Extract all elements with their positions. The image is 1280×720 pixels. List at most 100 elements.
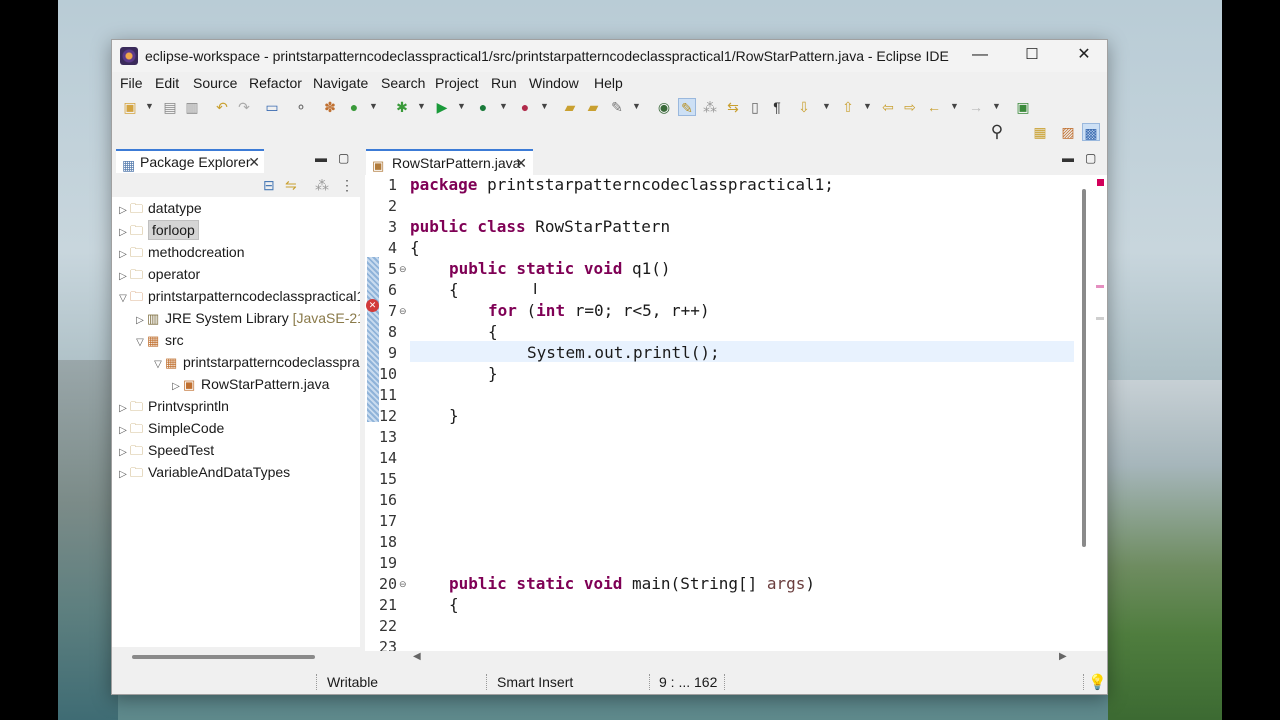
- run-external-icon[interactable]: ●: [474, 98, 492, 116]
- menu-refactor[interactable]: Refactor: [249, 75, 302, 91]
- tree-item-operator[interactable]: ▷ 🗀 operator: [116, 263, 200, 285]
- tree-item-printstarpattern-project[interactable]: ▽ 🗀 printstarpatterncodeclasspractical1: [116, 285, 360, 307]
- save-icon[interactable]: ▤: [161, 98, 179, 116]
- scroll-right-icon[interactable]: ▶: [1059, 651, 1067, 662]
- forward-dropdown-icon[interactable]: ▼: [992, 101, 1001, 111]
- code-editor[interactable]: ✕ 1 2 3 4 5 6 7 8 9 10 11 12 13 14 15 16…: [365, 175, 1107, 651]
- tree-item-variableanddatatypes[interactable]: ▷ 🗀 VariableAndDataTypes: [116, 461, 290, 483]
- maximize-view-icon[interactable]: ▢: [338, 151, 349, 165]
- occurrence-marker[interactable]: [1096, 285, 1104, 288]
- open-task-icon[interactable]: ▰: [584, 98, 602, 116]
- filters-icon[interactable]: ⁂: [315, 177, 329, 194]
- error-marker[interactable]: [1097, 179, 1104, 186]
- terminal-icon[interactable]: ▭: [263, 98, 281, 116]
- tree-item-methodcreation[interactable]: ▷ 🗀 methodcreation: [116, 241, 244, 263]
- coverage-dropdown-icon[interactable]: ▼: [369, 101, 378, 111]
- coverage-icon[interactable]: ●: [345, 98, 363, 116]
- maximize-editor-icon[interactable]: ▢: [1085, 151, 1096, 165]
- collapse-all-icon[interactable]: ⊟: [263, 177, 275, 194]
- menu-source[interactable]: Source: [193, 75, 237, 91]
- toggle-mark-icon[interactable]: ◉: [655, 98, 673, 116]
- highlight-icon[interactable]: ✎: [678, 98, 696, 116]
- close-view-icon[interactable]: ✕: [248, 151, 260, 173]
- profile-icon[interactable]: ●: [516, 98, 534, 116]
- tree-item-printvsprintln[interactable]: ▷ 🗀 Printvsprintln: [116, 395, 229, 417]
- block-selection-icon[interactable]: ⁂: [701, 98, 719, 116]
- show-whitespace-icon[interactable]: ▯: [746, 98, 764, 116]
- editor-vertical-scrollbar[interactable]: [1082, 189, 1086, 547]
- tree-item-rowstarpattern-java[interactable]: ▷ ▣ RowStarPattern.java: [169, 373, 329, 395]
- collapse-arrow-icon[interactable]: ▽: [151, 354, 165, 376]
- fold-collapse-icon[interactable]: ⊖: [399, 579, 407, 590]
- tree-item-simplecode[interactable]: ▷ 🗀 SimpleCode: [116, 417, 224, 439]
- close-button[interactable]: ✕: [1058, 40, 1110, 70]
- view-menu-icon[interactable]: ⋮: [340, 177, 354, 194]
- word-wrap-icon[interactable]: ⇆: [724, 98, 742, 116]
- next-annotation-dropdown-icon[interactable]: ▼: [822, 101, 831, 111]
- run-icon[interactable]: ▶: [433, 98, 451, 116]
- menu-search[interactable]: Search: [381, 75, 425, 91]
- editor-horizontal-scrollbar[interactable]: ◀ ▶: [365, 651, 1093, 667]
- pin-editor-icon[interactable]: ▣: [1014, 98, 1032, 116]
- title-bar[interactable]: eclipse-workspace - printstarpatterncode…: [112, 40, 1107, 72]
- tree-horizontal-scrollbar[interactable]: [132, 655, 315, 659]
- collapse-arrow-icon[interactable]: ▽: [116, 288, 130, 310]
- open-type-icon[interactable]: ▰: [561, 98, 579, 116]
- menu-edit[interactable]: Edit: [155, 75, 179, 91]
- redo-icon[interactable]: ↷: [235, 98, 253, 116]
- last-edit-icon[interactable]: ⇦: [879, 98, 897, 116]
- search-tool-icon[interactable]: ✎: [608, 98, 626, 116]
- save-all-icon[interactable]: ▥: [183, 98, 201, 116]
- external-dropdown-icon[interactable]: ▼: [499, 101, 508, 111]
- forward-edit-icon[interactable]: ⇨: [901, 98, 919, 116]
- tree-item-speedtest[interactable]: ▷ 🗀 SpeedTest: [116, 439, 214, 461]
- menu-run[interactable]: Run: [491, 75, 517, 91]
- minimize-button[interactable]: —: [954, 40, 1006, 70]
- link-with-editor-icon[interactable]: ⇋: [285, 177, 297, 194]
- java-ee-perspective-icon[interactable]: ▨: [1059, 123, 1077, 141]
- search-tool-dropdown-icon[interactable]: ▼: [632, 101, 641, 111]
- undo-icon[interactable]: ↶: [213, 98, 231, 116]
- tree-item-package[interactable]: ▽▦printstarpatterncodeclasspractical1: [151, 351, 360, 373]
- menu-window[interactable]: Window: [529, 75, 579, 91]
- profile-dropdown-icon[interactable]: ▼: [540, 101, 549, 111]
- tree-item-forloop[interactable]: ▷ 🗀 forloop: [116, 219, 199, 241]
- close-editor-icon[interactable]: ✕: [515, 151, 527, 175]
- debug-dropdown-icon[interactable]: ▼: [417, 101, 426, 111]
- prev-annotation-dropdown-icon[interactable]: ▼: [863, 101, 872, 111]
- scroll-left-icon[interactable]: ◀: [413, 651, 421, 662]
- expand-arrow-icon[interactable]: ▷: [116, 464, 130, 486]
- menu-project[interactable]: Project: [435, 75, 479, 91]
- debug-icon[interactable]: ✱: [393, 98, 411, 116]
- fold-collapse-icon[interactable]: ⊖: [399, 264, 407, 275]
- prev-annotation-icon[interactable]: ⇧: [839, 98, 857, 116]
- tree-item-src[interactable]: ▽ ▦ src: [133, 329, 184, 351]
- next-annotation-icon[interactable]: ⇩: [795, 98, 813, 116]
- collapse-arrow-icon[interactable]: ▽: [133, 332, 147, 354]
- tree-item-jre-library[interactable]: ▷▥JRE System Library [JavaSE-21]: [133, 307, 360, 329]
- maximize-button[interactable]: ☐: [1006, 40, 1058, 70]
- occurrence-marker[interactable]: [1096, 317, 1104, 320]
- menu-file[interactable]: File: [120, 75, 143, 91]
- lightbulb-icon[interactable]: 💡: [1088, 673, 1107, 691]
- run-dropdown-icon[interactable]: ▼: [457, 101, 466, 111]
- paragraph-icon[interactable]: ¶: [768, 98, 786, 116]
- minimize-view-icon[interactable]: ▬: [315, 151, 327, 165]
- tree-item-datatype[interactable]: ▷ 🗀 datatype: [116, 197, 202, 219]
- menu-help[interactable]: Help: [594, 75, 623, 91]
- build-icon[interactable]: ✽: [321, 98, 339, 116]
- new-dropdown-icon[interactable]: ▼: [145, 101, 154, 111]
- forward-icon[interactable]: →: [967, 98, 985, 116]
- tab-rowstarpattern-java[interactable]: ▣ RowStarPattern.java ✕: [366, 149, 533, 175]
- back-icon[interactable]: ←: [925, 98, 943, 116]
- skip-breakpoints-icon[interactable]: ⚬: [292, 98, 310, 116]
- fold-collapse-icon[interactable]: ⊖: [399, 306, 407, 317]
- back-dropdown-icon[interactable]: ▼: [950, 101, 959, 111]
- search-icon[interactable]: ⚲: [988, 123, 1006, 141]
- minimize-editor-icon[interactable]: ▬: [1062, 151, 1074, 165]
- java-perspective-icon[interactable]: ▩: [1082, 123, 1100, 141]
- new-icon[interactable]: ▣: [121, 98, 139, 116]
- tab-package-explorer[interactable]: ▦ Package Explorer ✕: [116, 149, 264, 173]
- open-perspective-icon[interactable]: ▦: [1031, 123, 1049, 141]
- menu-navigate[interactable]: Navigate: [313, 75, 368, 91]
